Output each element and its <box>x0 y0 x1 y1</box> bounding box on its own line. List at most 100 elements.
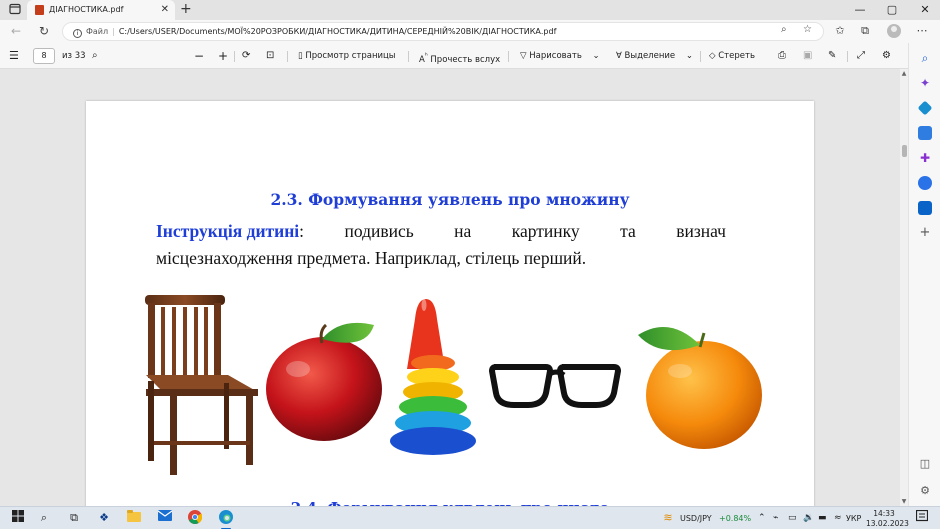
instruction-word: визнач <box>676 221 726 241</box>
erase-button[interactable]: ◇ Стереть <box>709 43 755 69</box>
page-view-button[interactable]: ▯ Просмотр страницы <box>298 43 396 69</box>
favorites-star-icon[interactable]: ✩ <box>832 23 848 39</box>
close-window-button[interactable]: ✕ <box>910 0 940 20</box>
edge-icon[interactable] <box>218 510 234 529</box>
page-number-input[interactable]: 8 <box>33 48 55 64</box>
pictures-row <box>145 295 762 475</box>
read-aloud-icon: Aʰ <box>419 51 428 65</box>
dropbox-icon[interactable]: ❖ <box>96 510 112 526</box>
instruction-line-2: місцезнаходження предмета. Наприклад, ст… <box>156 248 587 268</box>
draw-button[interactable]: ▽ Нарисовать ⌄ <box>520 43 600 69</box>
taskbar-search-icon[interactable]: ⌕ <box>36 510 52 526</box>
clock-date: 13.02.2023 <box>866 519 909 528</box>
save-as-icon[interactable]: ✎ <box>828 43 836 69</box>
read-aloud-button[interactable]: Aʰ Прочесть вслух <box>419 43 500 69</box>
sidebar-tools-icon[interactable] <box>918 126 932 140</box>
scrollbar-thumb[interactable] <box>902 145 907 157</box>
zoom-out-icon[interactable]: − <box>194 43 204 69</box>
task-view-icon[interactable]: ⧉ <box>66 510 82 526</box>
refresh-button[interactable]: ↻ <box>36 23 52 39</box>
back-button[interactable]: ← <box>8 23 24 39</box>
screen: ДІАГНОСТИКА.pdf ✕ + — ▢ ✕ ← ↻ i Файл | C:/U… <box>0 0 940 529</box>
page-total: из 33 <box>62 51 86 61</box>
zoom-icon[interactable]: ⌕ <box>781 24 787 35</box>
taskbar: ⌕ ⧉ ❖ ≋ USD/JPY +0.84% ⌃ ⌁ ▭ 🔉 ▬ ≈ УКР 1… <box>0 506 940 529</box>
browser-tab[interactable]: ДІАГНОСТИКА.pdf ✕ <box>27 0 175 20</box>
language-indicator[interactable]: УКР <box>846 507 861 529</box>
instruction-paragraph: Інструкція дитині: подивись на картинку … <box>156 218 726 272</box>
draw-label: Нарисовать <box>529 51 582 61</box>
settings-gear-icon[interactable]: ⚙ <box>882 43 891 69</box>
divider <box>234 51 235 62</box>
chrome-icon[interactable] <box>187 510 203 526</box>
network-icon[interactable]: ⌁ <box>773 507 778 529</box>
battery-icon[interactable]: ▬ <box>818 507 827 529</box>
highlight-icon: ∀ <box>616 51 622 61</box>
monitor-icon[interactable]: ▭ <box>788 507 797 529</box>
erase-label: Стереть <box>718 51 755 61</box>
instruction-line-1: Інструкція дитині: подивись на картинку … <box>156 218 726 245</box>
tab-actions-icon[interactable] <box>8 3 22 17</box>
wifi-icon[interactable]: ≈ <box>834 507 842 529</box>
page-view-icon: ▯ <box>298 51 303 61</box>
highlight-chevron-icon[interactable]: ⌄ <box>686 51 693 61</box>
save-icon[interactable]: ▣ <box>803 43 812 69</box>
address-bar: ← ↻ i Файл | C:/Users/USER/Documents/МОЇ%20… <box>0 20 940 43</box>
url-field[interactable]: i Файл | C:/Users/USER/Documents/МОЇ%20РОЗР… <box>62 22 824 41</box>
new-tab-button[interactable]: + <box>180 0 192 19</box>
ticker-label[interactable]: USD/JPY <box>680 507 712 529</box>
volume-icon[interactable]: 🔉 <box>803 507 814 529</box>
collections-icon[interactable]: ⧉ <box>857 23 873 39</box>
glasses-image <box>488 364 622 408</box>
close-tab-icon[interactable]: ✕ <box>161 0 169 20</box>
sidebar-layout-icon[interactable]: ◫ <box>918 457 932 471</box>
highlight-button[interactable]: ∀ Выделение ⌄ <box>616 43 693 69</box>
add-favorite-icon[interactable]: ☆ <box>803 24 812 35</box>
minimize-button[interactable]: — <box>845 0 875 20</box>
sidebar-shopping-icon[interactable] <box>917 100 933 116</box>
contents-icon[interactable]: ☰ <box>9 43 19 69</box>
sidebar-search-icon[interactable]: ⌕ <box>918 51 932 65</box>
clock[interactable]: 14:33 13.02.2023 <box>866 509 909 529</box>
document-viewport[interactable]: 2.3. Формування уявлень про множину Інст… <box>0 69 908 521</box>
instruction-word: та <box>620 221 636 241</box>
scroll-down-arrow-icon[interactable]: ▼ <box>900 498 908 505</box>
sidebar-outlook-icon[interactable] <box>918 201 932 215</box>
sidebar-add-icon[interactable]: + <box>918 226 932 240</box>
zoom-in-icon[interactable]: + <box>218 43 228 69</box>
print-icon[interactable]: ⎙ <box>778 43 786 69</box>
notifications-icon[interactable] <box>914 509 930 526</box>
sidebar-copilot-icon[interactable]: ✦ <box>918 76 932 90</box>
mail-icon[interactable] <box>157 510 173 526</box>
vertical-scrollbar[interactable]: ▲ ▼ <box>900 69 908 506</box>
rotate-icon[interactable]: ⟳ <box>242 43 250 69</box>
more-menu-icon[interactable]: ⋯ <box>914 23 930 39</box>
sidebar-settings-gear-icon[interactable]: ⚙ <box>918 484 932 498</box>
url-separator: | <box>112 27 115 36</box>
maximize-button[interactable]: ▢ <box>877 0 907 20</box>
scroll-up-arrow-icon[interactable]: ▲ <box>900 70 908 77</box>
sidebar-games-icon[interactable]: ✚ <box>918 151 932 165</box>
page-view-label: Просмотр страницы <box>305 51 396 61</box>
instruction-word: картинку <box>511 221 580 241</box>
fit-page-icon[interactable]: ⊡ <box>266 43 274 69</box>
pdf-page: 2.3. Формування уявлень про множину Інст… <box>86 101 814 521</box>
file-explorer-icon[interactable] <box>126 510 142 526</box>
divider <box>700 51 701 62</box>
search-icon[interactable]: ⌕ <box>92 43 98 69</box>
section-heading: 2.3. Формування уявлень про множину <box>270 190 630 209</box>
profile-avatar[interactable] <box>887 24 901 38</box>
ticker-trend-icon: ≋ <box>663 511 673 524</box>
sidebar-office-icon[interactable] <box>918 176 932 190</box>
tray-chevron-up-icon[interactable]: ⌃ <box>758 507 766 529</box>
orange-image <box>638 327 762 449</box>
draw-chevron-icon[interactable]: ⌄ <box>593 51 600 61</box>
chair-image <box>145 295 258 475</box>
fullscreen-icon[interactable]: ⤢ <box>857 43 865 69</box>
divider <box>408 51 409 62</box>
instruction-word: на <box>454 221 472 241</box>
info-icon[interactable]: i <box>73 29 82 38</box>
url-text: C:/Users/USER/Documents/МОЇ%20РОЗРОБКИ/Д… <box>118 27 557 36</box>
instruction-word: подивись <box>344 221 414 241</box>
start-windows-icon[interactable] <box>10 510 26 526</box>
